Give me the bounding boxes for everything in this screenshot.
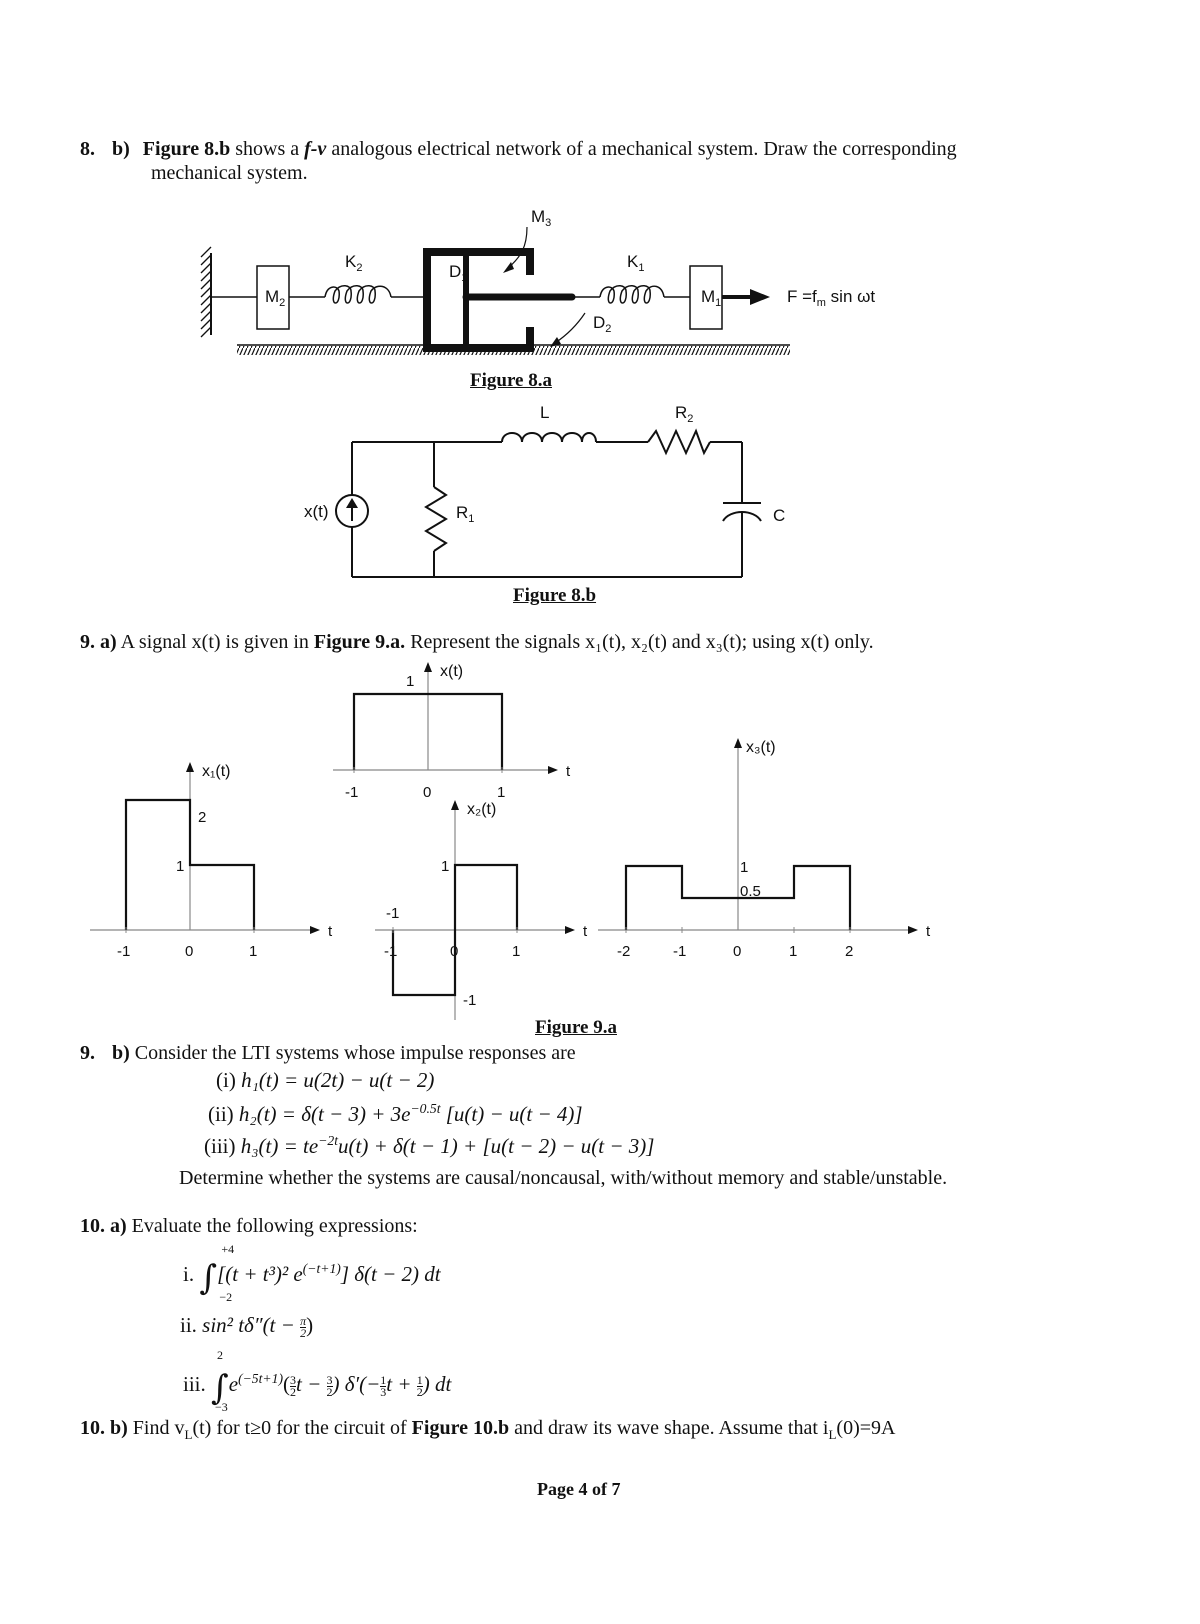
page-number: Page 4 of 7 [537, 1479, 621, 1499]
figure-8a-caption: Figure 8.a [470, 370, 552, 391]
plot-xt-y-axis-arrow [424, 662, 432, 672]
fixed-wall [200, 246, 212, 338]
plot-x3t-x-tick-label: -1 [673, 943, 686, 960]
plot-xt-x-tick-label: 1 [497, 784, 505, 801]
impulse-response-3: (iii) h₃(t) = te−2tu(t) + δ(t − 1) + [u(… [204, 1133, 655, 1158]
capacitor-label: C [773, 506, 785, 525]
plot-x1t-y-tick-label: 2 [198, 809, 206, 826]
plot-x1t-x-tick-label: 1 [249, 943, 257, 960]
integral-lower-limit: −3 [215, 1400, 228, 1414]
figure-8b-caption: Figure 8.b [513, 585, 597, 606]
figure-9a-caption: Figure 9.a [535, 1017, 617, 1038]
question-9b: 9. b) Consider the LTI systems whose imp… [80, 1041, 576, 1065]
mass-m2-label: M2 [265, 287, 285, 309]
figure-8b-circuit: x(t) R1 L R2 C [304, 403, 785, 578]
question-8b-line1: 8. b) Figure 8.b shows a f-v analogous e… [80, 137, 957, 161]
question-part: b) [112, 138, 130, 160]
plot-x2t-y-axis-arrow [451, 800, 459, 810]
resistor-r2 [647, 428, 711, 456]
question-part: b) [110, 1417, 128, 1439]
question-9b-instruction: Determine whether the systems are causal… [179, 1167, 948, 1189]
plot-x3t-x-tick-label: 0 [733, 943, 741, 960]
figure-8a-mechanical-system: M2 K2 D1 M3 K1 M1 F =fm sin ωt D2 [200, 207, 875, 355]
integral-lower-limit: −2 [219, 1290, 233, 1304]
expression-ii: ii. sin² tδ″(t − π 2) [180, 1313, 314, 1340]
plot-x3t-xlabel: t [926, 923, 931, 940]
integral-upper-limit: +4 [221, 1242, 235, 1256]
question-text: Consider the LTI systems whose impulse r… [129, 1042, 576, 1064]
plot-x2t-x-tick-label: 0 [450, 943, 458, 960]
plot-x2t-x-tick-label: 1 [512, 943, 520, 960]
plot-x1t-y-tick-label: 1 [176, 858, 184, 875]
force-label: F =fm sin ωt [787, 287, 875, 309]
plot-x3t-x-tick-label: -2 [617, 943, 630, 960]
integral-upper-limit: 2 [217, 1348, 224, 1362]
plot-x1t-xlabel: t [328, 923, 333, 940]
mass-m1-label: M1 [701, 287, 721, 309]
plot-x3t-y-tick-label: 1 [740, 859, 748, 876]
plot-xt-x-tick-label: -1 [345, 784, 358, 801]
question-number: 10. [80, 1417, 105, 1439]
figure-9a-signal-plots: t x(t) -1 0 1 1 t x₁(t) -1 0 1 1 2 t x₂(t) -1 0 1 1 -1 t x₃(t… [90, 662, 931, 1020]
figure-reference: Figure 8.b [142, 138, 231, 160]
plot-xt-x-axis-arrow [548, 766, 558, 774]
question-part: b) [112, 1042, 130, 1064]
plot-xt-x-tick-label: 0 [423, 784, 431, 801]
plot-x2t-y-tick-label: -1 [463, 992, 476, 1009]
plot-x2t-xlabel: t [583, 923, 588, 940]
plot-x3t-y-tick-label: 0.5 [740, 883, 761, 900]
spring-k1 [599, 285, 665, 304]
inductor-l [501, 432, 597, 443]
plot-xt-xlabel: t [566, 763, 571, 780]
plot-x3t-y-axis-arrow [734, 738, 742, 748]
plot-x2t-x-axis-arrow [565, 926, 575, 934]
resistor-r2-label: R2 [675, 403, 693, 425]
plot-x1t-y-axis-arrow [186, 762, 194, 772]
plot-x1t-x-tick-label: 0 [185, 943, 193, 960]
source-label: x(t) [304, 502, 329, 521]
plot-x1t-x-tick-label: -1 [117, 943, 130, 960]
spring-k1-label: K1 [627, 252, 644, 274]
plot-x2t-x-tick-label-upper: -1 [386, 905, 399, 922]
plot-x3t-x-tick-label: 2 [845, 943, 853, 960]
question-part: a) [110, 1215, 127, 1237]
plot-xt-y-tick-label: 1 [406, 673, 414, 690]
question-10a: 10. a) Evaluate the following expression… [80, 1214, 418, 1238]
inductor-label: L [540, 403, 549, 422]
question-text: analogous electrical network of a mechan… [326, 138, 957, 160]
impulse-response-2: (ii) h₂(t) = δ(t − 3) + 3e−0.5t [u(t) − … [208, 1101, 583, 1126]
question-10b: 10. b) Find vL(t) for t≥0 for the circui… [80, 1417, 896, 1442]
spring-k2 [324, 285, 392, 304]
question-text: shows a [230, 138, 305, 160]
resistor-r1-label: R1 [456, 503, 474, 525]
resistor-r1 [424, 486, 448, 552]
fv-term: f-v [304, 138, 327, 160]
plot-x3t-x-tick-label: 1 [789, 943, 797, 960]
d2-pointer-arrow [554, 312, 586, 344]
impulse-response-1: (i) h₁(t) = u(2t) − u(t − 2) [216, 1068, 435, 1092]
figure-reference: Figure 10.b [411, 1417, 510, 1439]
question-8b-line2: mechanical system. [151, 162, 308, 184]
plot-x2t-ylabel: x₂(t) [467, 801, 496, 818]
damper-d2-label: D2 [593, 313, 611, 335]
plot-x2t-x-tick-label: -1 [384, 943, 397, 960]
plot-xt-ylabel: x(t) [440, 663, 463, 680]
spring-k2-label: K2 [345, 252, 362, 274]
plot-x1t-ylabel: x₁(t) [202, 763, 231, 780]
ground-hatch [237, 344, 790, 355]
expression-iii: iii. 2 ∫ −3 e(−5t+1)(3 2 t − 3 2) δ′(− 1 3 t +… [183, 1348, 452, 1414]
integral-sign-icon: ∫ [199, 1258, 218, 1298]
plot-x1t-x-axis-arrow [310, 926, 320, 934]
mass-m3-label: M3 [531, 207, 551, 229]
question-number: 9. [80, 1042, 95, 1064]
expression-i: i. +4 ∫ −2 [(t + t³)² e(−t+1)] δ(t − 2) … [183, 1242, 441, 1304]
question-number: 10. [80, 1215, 105, 1237]
plot-x2t-y-tick-label: 1 [441, 858, 449, 875]
question-number: 8. [80, 138, 95, 160]
plot-x3t-ylabel: x₃(t) [746, 739, 776, 756]
plot-x3t-x-axis-arrow [908, 926, 918, 934]
question-text: Evaluate the following expressions: [126, 1215, 418, 1237]
